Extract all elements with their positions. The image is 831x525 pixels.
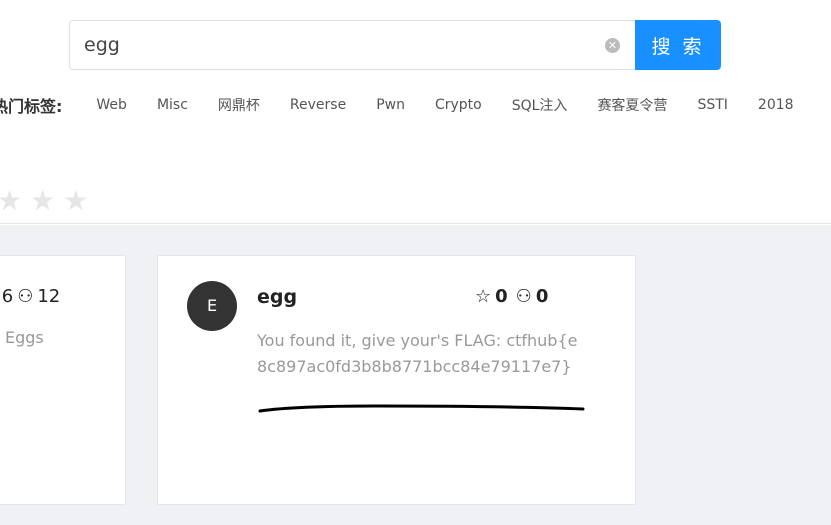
tag[interactable]: 2018 bbox=[758, 97, 794, 113]
tag[interactable]: 赛客夏令营 bbox=[597, 95, 667, 115]
star-icon[interactable]: ★ bbox=[63, 184, 88, 217]
card-stats: ☆ 0 ⚇ 0 bbox=[475, 286, 548, 307]
users-icon: ⚇ bbox=[515, 286, 532, 307]
handwritten-underline bbox=[258, 404, 585, 413]
search-button[interactable]: 搜 索 bbox=[635, 20, 721, 70]
card-desc: You found it, give your's FLAG: ctfhub{e… bbox=[257, 331, 578, 376]
search-box: ✕ bbox=[69, 20, 636, 70]
star-count: 0 bbox=[495, 286, 508, 307]
tag[interactable]: Reverse bbox=[290, 97, 346, 113]
card-desc: Eggs bbox=[5, 328, 44, 347]
star-outline-icon: ☆ bbox=[475, 286, 492, 307]
star-icon[interactable]: ★ bbox=[0, 184, 22, 217]
hot-tags: 热门标签: Web Misc 网鼎杯 Reverse Pwn Crypto SQ… bbox=[0, 94, 824, 116]
tag[interactable]: Misc bbox=[157, 97, 188, 113]
users-icon: ⚇ bbox=[17, 286, 34, 307]
tag[interactable]: 网鼎杯 bbox=[218, 95, 260, 115]
card-title[interactable]: egg bbox=[257, 286, 297, 308]
tag[interactable]: Web bbox=[96, 97, 127, 113]
score: .6 bbox=[0, 286, 14, 307]
solver-count: 12 bbox=[37, 286, 61, 307]
avatar: E bbox=[187, 281, 237, 331]
tag[interactable]: Pwn bbox=[376, 97, 405, 113]
search-input[interactable] bbox=[70, 21, 590, 69]
hot-tags-label: 热门标签: bbox=[0, 97, 63, 116]
solver-count: 0 bbox=[535, 286, 549, 307]
difficulty-rating[interactable]: ★ ★ ★ bbox=[0, 184, 88, 217]
clear-icon[interactable]: ✕ bbox=[605, 38, 620, 53]
header-area: ✕ 搜 索 热门标签: Web Misc 网鼎杯 Reverse Pwn Cry… bbox=[0, 0, 831, 224]
tag[interactable]: SSTI bbox=[697, 97, 727, 113]
tag[interactable]: Crypto bbox=[435, 97, 482, 113]
tag[interactable]: SQL注入 bbox=[512, 95, 568, 115]
star-icon[interactable]: ★ bbox=[30, 184, 55, 217]
card-stats: .6 ⚇ 12 bbox=[0, 286, 60, 307]
